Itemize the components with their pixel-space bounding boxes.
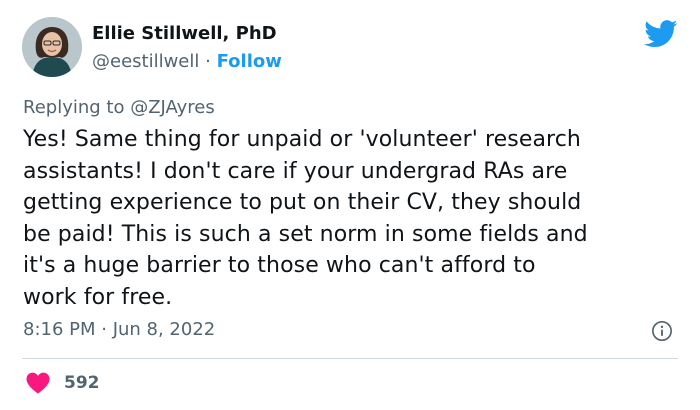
tweet-text-line: assistants! I don't care if your undergr… bbox=[23, 158, 568, 184]
handle-separator: · bbox=[205, 51, 211, 72]
replying-to-label: Replying to bbox=[23, 97, 125, 118]
like-count: 592 bbox=[64, 373, 100, 393]
tweet-text-line: getting experience to put on their CV, t… bbox=[23, 190, 582, 215]
twitter-bird-icon[interactable] bbox=[644, 20, 678, 48]
like-button[interactable]: 592 bbox=[26, 370, 100, 396]
tweet-text-line: work for free. bbox=[23, 284, 173, 310]
tweet-timestamp[interactable]: 8:16 PM · Jun 8, 2022 bbox=[23, 318, 215, 342]
reply-mention-link[interactable]: @ZJAyres bbox=[130, 97, 215, 118]
tweet-card: Ellie Stillwell, PhD @eestillwell · Foll… bbox=[0, 0, 700, 410]
info-icon[interactable] bbox=[651, 320, 673, 342]
tweet-text-line: it's a huge barrier to those who can't a… bbox=[23, 253, 536, 278]
divider bbox=[22, 358, 678, 359]
heart-icon bbox=[26, 372, 50, 394]
author-handle-line: @eestillwell · Follow bbox=[92, 50, 282, 74]
follow-button[interactable]: Follow bbox=[217, 51, 282, 72]
author-name[interactable]: Ellie Stillwell, PhD bbox=[92, 22, 277, 46]
tweet-text-line: Yes! Same thing for unpaid or 'volunteer… bbox=[23, 127, 581, 152]
tweet-text-line: be paid! This is such a set norm in some… bbox=[23, 221, 588, 247]
replying-to: Replying to @ZJAyres bbox=[23, 96, 215, 120]
avatar[interactable] bbox=[22, 17, 82, 77]
tweet-text: Yes! Same thing for unpaid or 'volunteer… bbox=[23, 124, 683, 313]
avatar-image bbox=[22, 17, 82, 77]
author-handle[interactable]: @eestillwell bbox=[92, 51, 199, 72]
